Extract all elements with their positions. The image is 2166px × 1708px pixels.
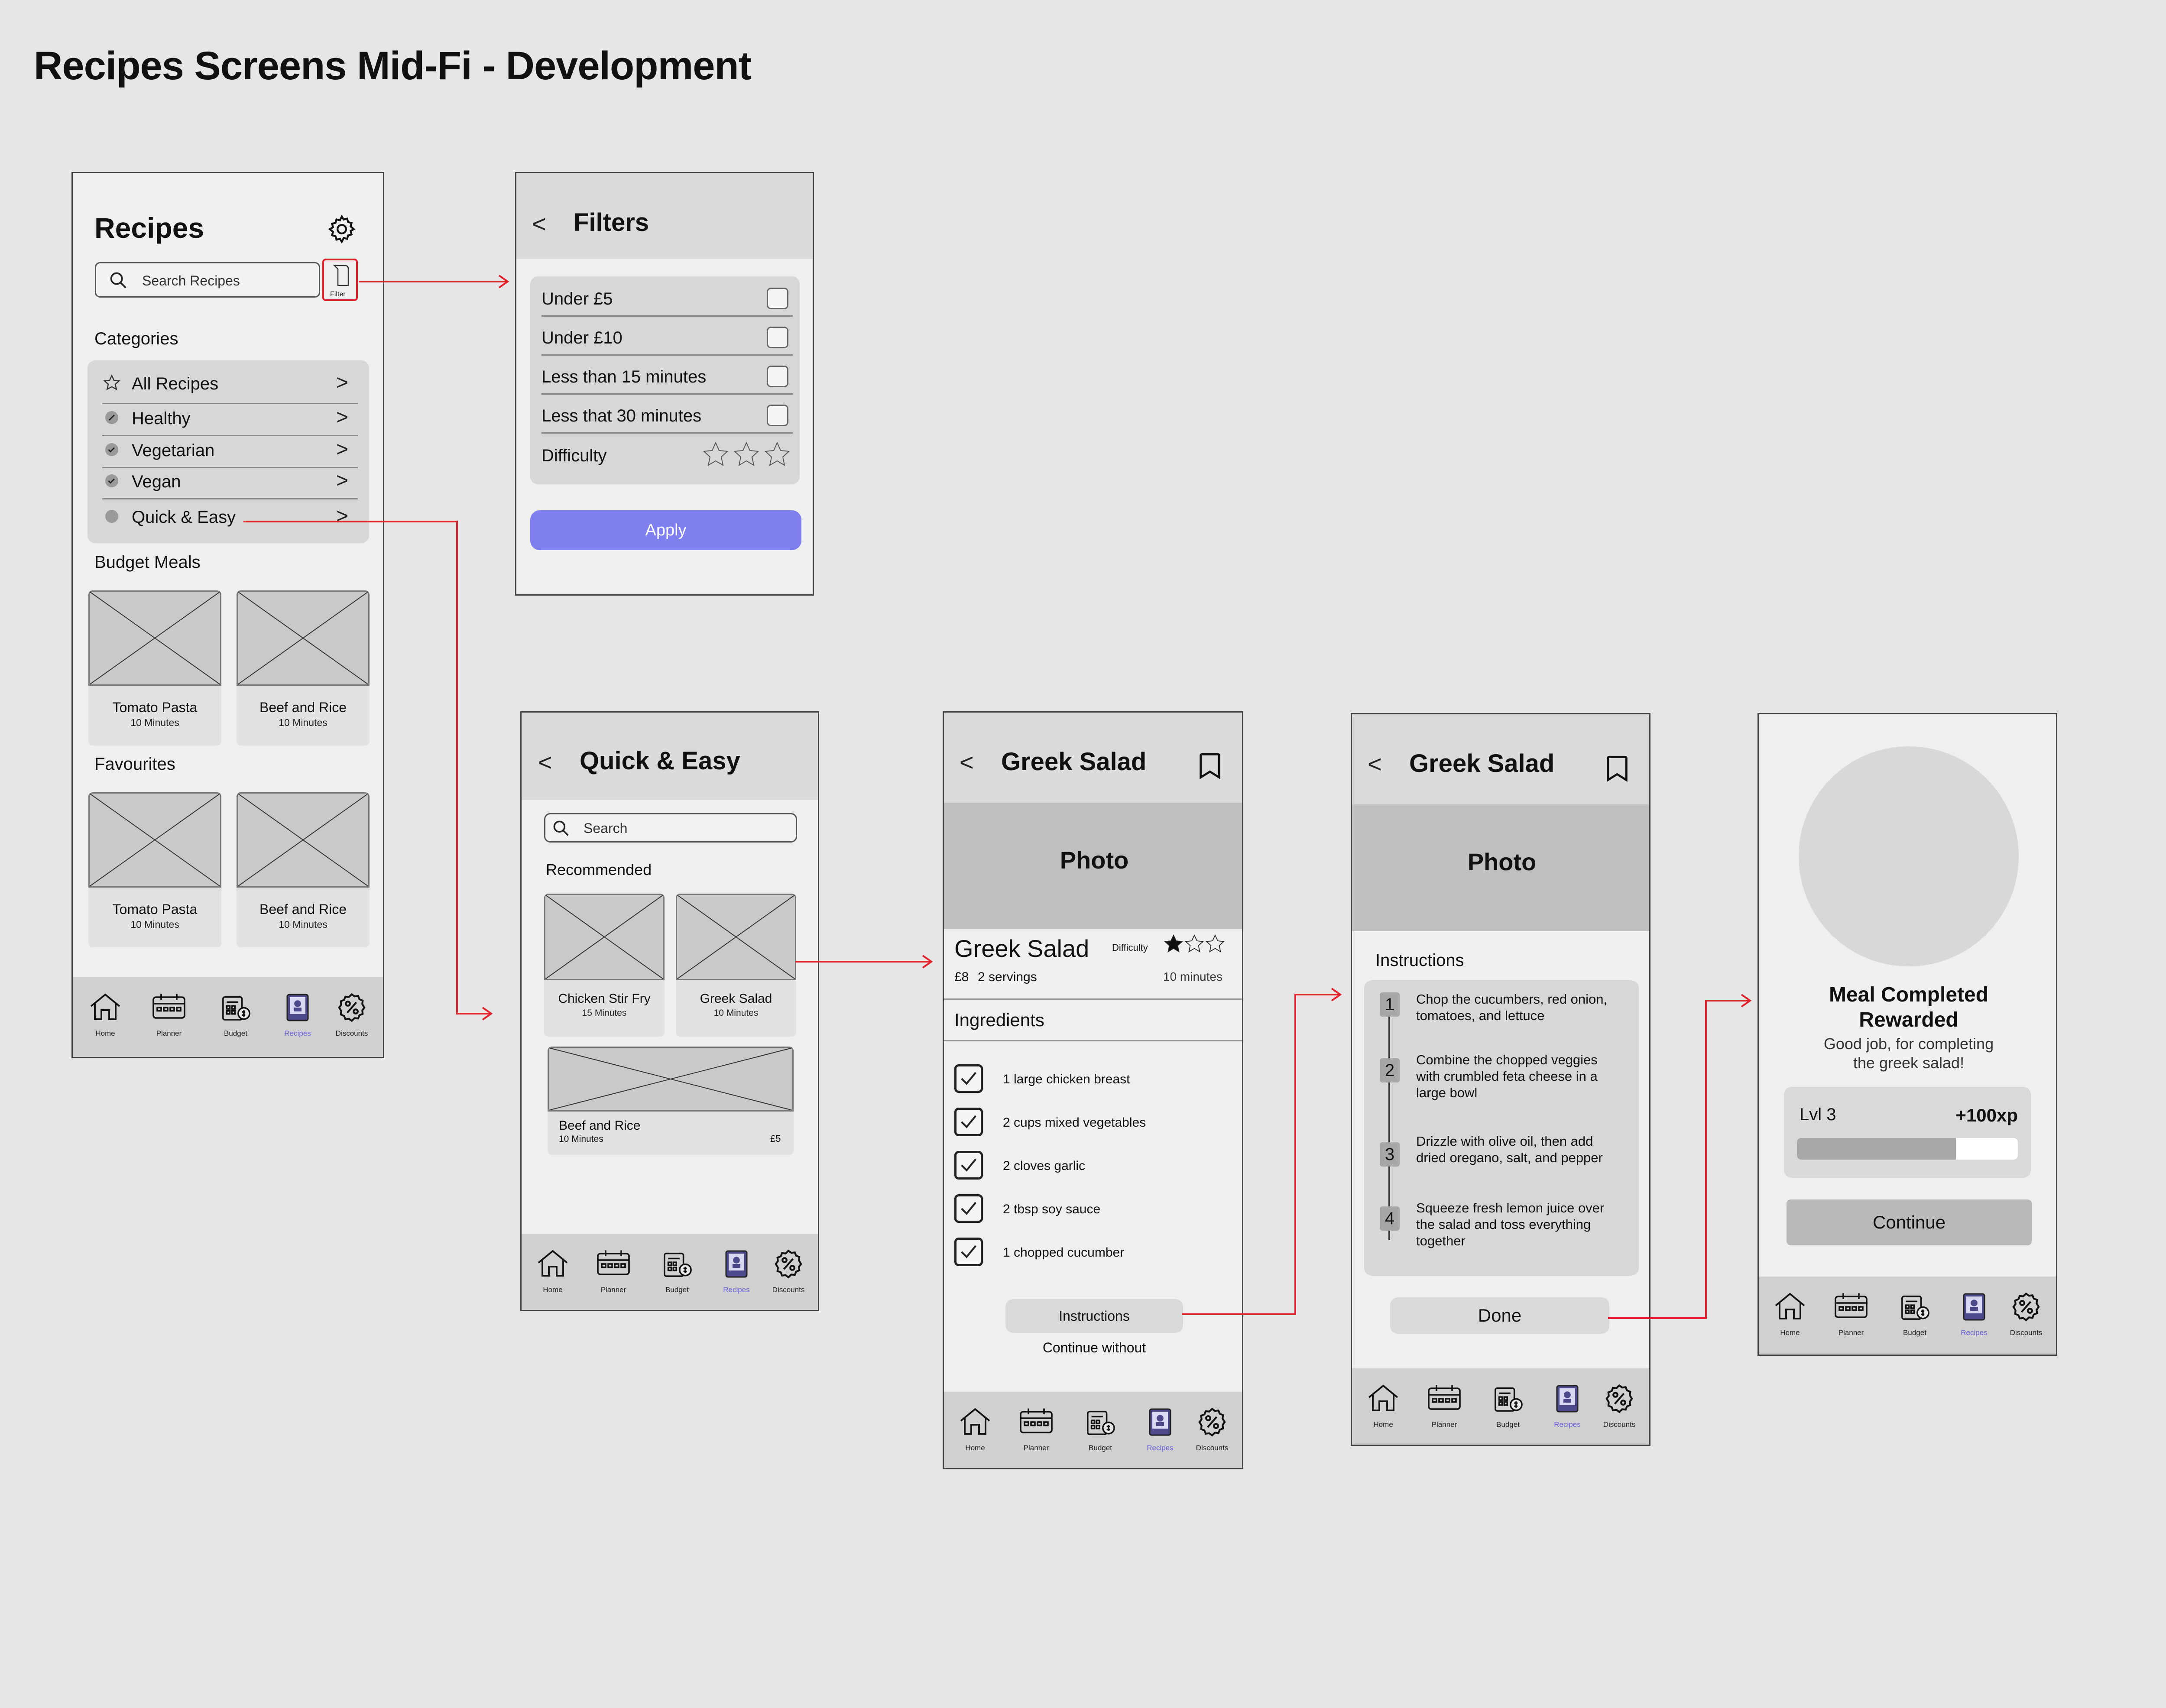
flow-arrow — [1608, 1000, 1749, 1319]
flow-arrow — [1182, 994, 1339, 1315]
flow-arrow — [243, 521, 490, 1014]
flow-arrows — [243, 275, 1752, 1319]
